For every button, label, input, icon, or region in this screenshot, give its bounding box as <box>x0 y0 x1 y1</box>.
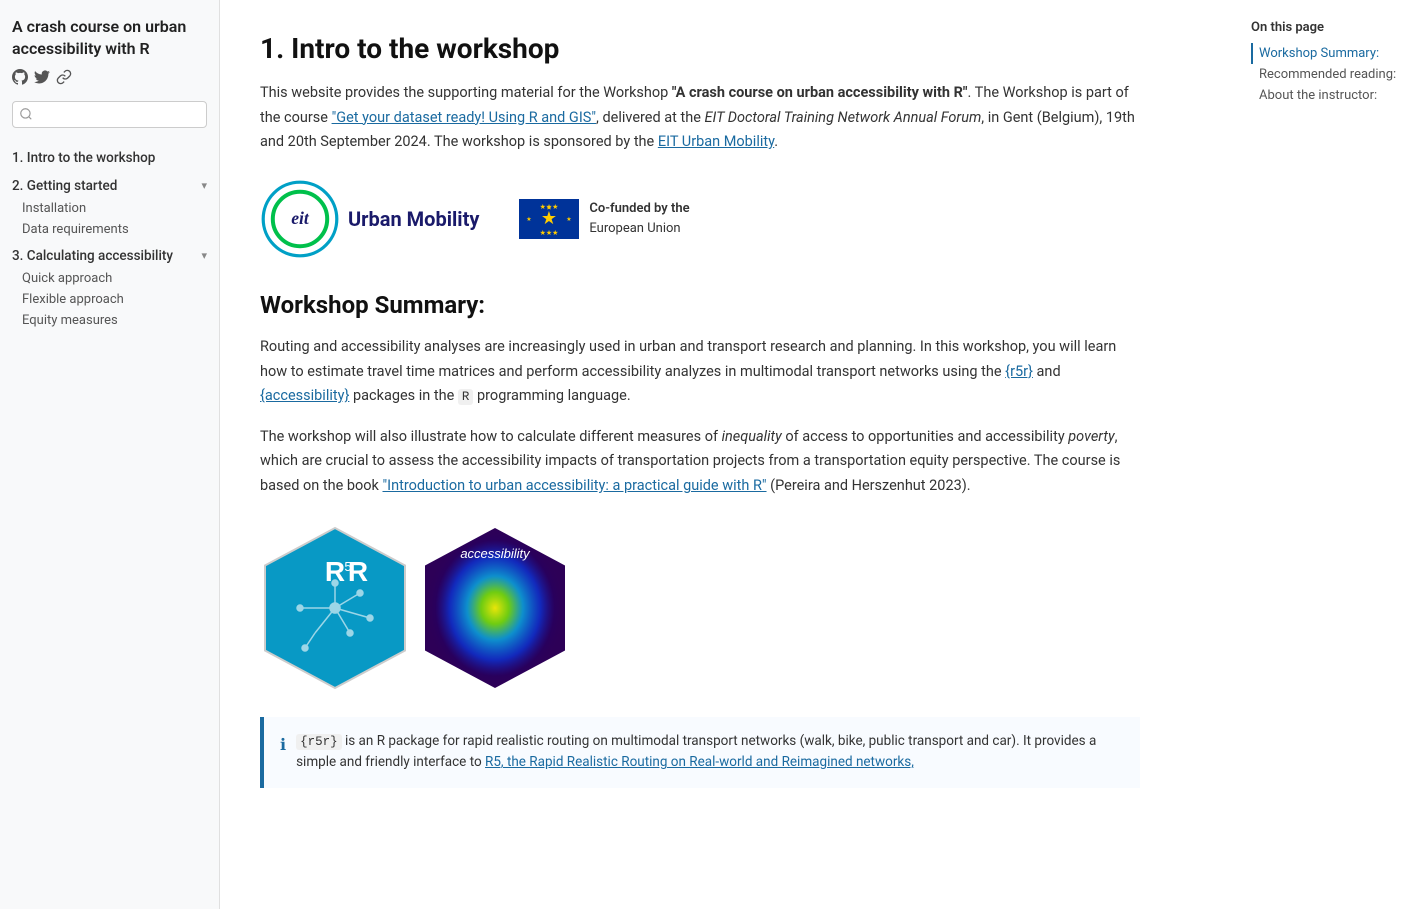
main-content: 1. Intro to the workshop This website pr… <box>220 0 1180 820</box>
info-box: ℹ {r5r} is an R package for rapid realis… <box>260 717 1140 788</box>
accessibility-hex-logo: accessibility <box>420 523 570 693</box>
svg-text:accessibility: accessibility <box>460 546 531 561</box>
svg-text:R: R <box>325 556 345 587</box>
nav-sub-flexible[interactable]: Flexible approach <box>12 289 207 310</box>
info-pkg-code: {r5r} <box>296 734 342 750</box>
svg-text:★★★: ★★★ <box>540 203 559 211</box>
toc-sidebar: On this page Workshop Summary: Recommend… <box>1235 0 1415 126</box>
hex-logos: R 5 R accessibility <box>260 523 1140 693</box>
r5r-pkg-link[interactable]: {r5r} <box>1005 363 1033 380</box>
nav-item-calc-access[interactable]: 3. Calculating accessibility ▾ <box>12 244 207 268</box>
sidebar-title: A crash course on urban accessibility wi… <box>12 16 207 61</box>
chevron-down-icon: ▾ <box>201 179 207 192</box>
link-icon[interactable] <box>56 69 72 89</box>
info-icon: ℹ <box>280 732 286 774</box>
toc-item-about-instructor[interactable]: About the instructor: <box>1251 85 1399 106</box>
book-link[interactable]: "Introduction to urban accessibility: a … <box>383 477 767 494</box>
github-icon[interactable] <box>12 69 28 89</box>
nav-sub-data-req[interactable]: Data requirements <box>12 219 207 240</box>
svg-text:eit: eit <box>291 208 310 228</box>
chevron-down-icon-2: ▾ <box>201 249 207 262</box>
sidebar-icon-row <box>12 69 207 89</box>
eu-flag: ★ ★★★ ★★★ ★ ★ <box>519 199 579 239</box>
summary-paragraph-2: The workshop will also illustrate how to… <box>260 425 1140 499</box>
r5r-hex-logo: R 5 R <box>260 523 410 693</box>
svg-text:★: ★ <box>527 216 532 223</box>
eit-logo: eit Urban Mobility <box>260 179 479 259</box>
svg-text:★: ★ <box>541 208 557 229</box>
svg-text:★★★: ★★★ <box>540 229 559 237</box>
eit-link[interactable]: EIT Urban Mobility <box>658 133 774 150</box>
eit-urban-label: Urban Mobility <box>348 207 479 231</box>
eu-cofunded-text: Co-funded by the European Union <box>589 199 689 238</box>
toc-title: On this page <box>1251 20 1399 35</box>
toc-item-recommended-reading[interactable]: Recommended reading: <box>1251 64 1399 85</box>
course-link[interactable]: "Get your dataset ready! Using R and GIS… <box>332 109 596 126</box>
eu-logo: ★ ★★★ ★★★ ★ ★ Co-funded by the European … <box>519 199 689 239</box>
logos-row: eit Urban Mobility ★ ★★★ ★ <box>260 179 1140 259</box>
nav-item-getting-started[interactable]: 2. Getting started ▾ <box>12 174 207 198</box>
page-heading: 1. Intro to the workshop <box>260 32 1140 65</box>
svg-text:★: ★ <box>567 216 572 223</box>
svg-text:R: R <box>348 556 368 587</box>
sidebar: A crash course on urban accessibility wi… <box>0 0 220 909</box>
nav-sub-installation[interactable]: Installation <box>12 198 207 219</box>
search-input[interactable] <box>12 101 207 128</box>
nav-sub-quick[interactable]: Quick approach <box>12 268 207 289</box>
accessibility-pkg-link[interactable]: {accessibility} <box>260 387 349 404</box>
workshop-summary-heading: Workshop Summary: <box>260 291 1140 319</box>
nav-sub-equity[interactable]: Equity measures <box>12 310 207 331</box>
intro-paragraph: This website provides the supporting mat… <box>260 81 1140 155</box>
summary-paragraph-1: Routing and accessibility analyses are i… <box>260 335 1140 409</box>
twitter-icon[interactable] <box>34 69 50 89</box>
nav-item-intro[interactable]: 1. Intro to the workshop <box>12 146 207 170</box>
toc-item-workshop-summary[interactable]: Workshop Summary: <box>1251 43 1399 64</box>
r5-link[interactable]: R5, the Rapid Realistic Routing on Real-… <box>485 754 914 770</box>
